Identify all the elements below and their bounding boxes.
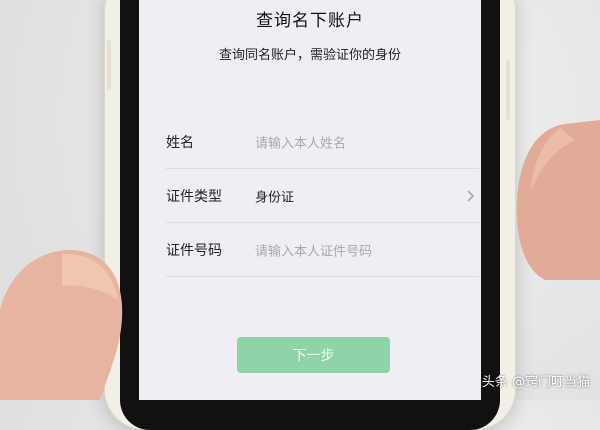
phone-side-button	[107, 40, 111, 90]
page-title: 查询名下账户	[256, 11, 364, 31]
id-number-input[interactable]: 请输入本人证件号码	[255, 241, 372, 260]
id-number-row[interactable]: 证件号码 请输入本人证件号码	[166, 223, 479, 277]
id-type-label: 证件类型	[166, 189, 222, 205]
chevron-right-icon[interactable]	[461, 187, 479, 205]
page-subtitle: 查询同名账户，需验证你的身份	[218, 48, 401, 63]
name-label: 姓名	[166, 135, 194, 151]
right-hand-finger	[516, 120, 600, 280]
id-number-label: 证件号码	[166, 243, 222, 259]
left-hand-thumb	[0, 250, 123, 400]
phone-screen: 查询名下账户 查询同名账户，需验证你的身份 姓名 请输入本人姓名 证件类型 身份…	[139, 0, 481, 400]
watermark-text: 头条 @窍门叮当猫	[481, 375, 590, 390]
id-type-value: 身份证	[255, 190, 295, 206]
divider	[166, 276, 479, 277]
name-input[interactable]: 请输入本人姓名	[255, 133, 346, 152]
name-field-row[interactable]: 姓名 请输入本人姓名	[166, 115, 479, 169]
next-button[interactable]: 下一步	[237, 337, 390, 373]
phone-side-button-lower	[506, 60, 510, 120]
id-type-row[interactable]: 证件类型 身份证	[166, 169, 479, 223]
